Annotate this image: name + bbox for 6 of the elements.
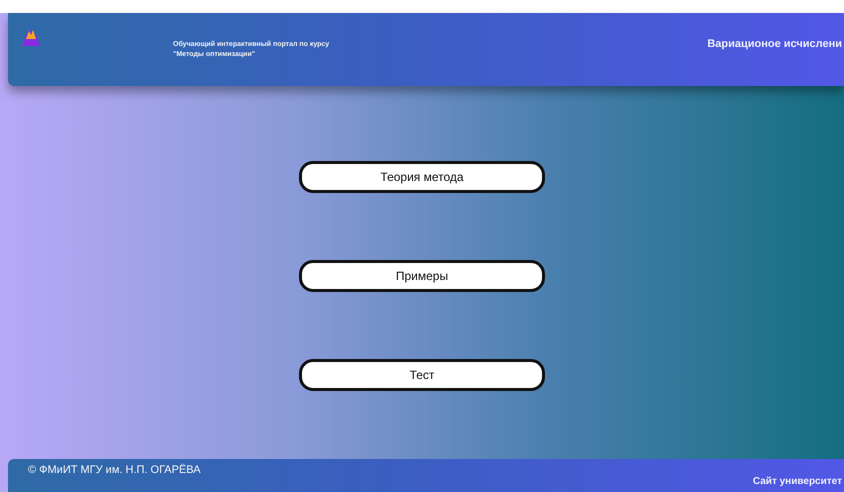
menu-button[interactable]: Тест — [299, 358, 545, 390]
menu-button[interactable]: Примеры — [299, 260, 545, 292]
copyright-text: © ФМиИТ МГУ им. Н.П. ОГАРЁВА — [28, 462, 201, 478]
university-site-link[interactable]: Сайт университет — [752, 474, 842, 489]
menu-button[interactable]: Теория метода — [299, 160, 545, 192]
section-title: Вариационое исчислени — [707, 37, 842, 52]
